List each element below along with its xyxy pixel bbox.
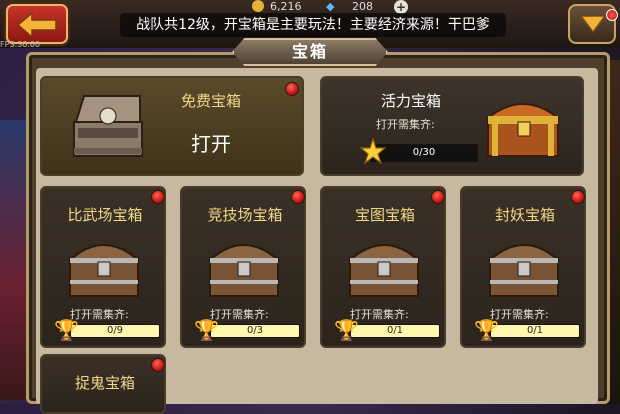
treasure-map-chest-card[interactable]: 宝图宝箱 打开需集齐: 0/1 🏆 xyxy=(320,186,446,348)
left-arrow-icon xyxy=(18,13,57,37)
back-button[interactable] xyxy=(6,4,68,44)
demon-seal-chest-notification-dot xyxy=(571,190,585,204)
open-skull-chest-icon xyxy=(73,95,143,157)
arena-duel-chest-notification-dot xyxy=(151,190,165,204)
competitive-arena-chest-title: 竞技场宝箱 xyxy=(207,206,283,224)
ghost-catch-chest-notification-dot xyxy=(151,358,165,372)
arena-duel-chest-card[interactable]: 比武场宝箱 打开需集齐: 0/9 🏆 xyxy=(40,186,166,348)
wooden-chest-icon xyxy=(487,244,561,297)
free-chest-card[interactable]: 免费宝箱 打开 xyxy=(40,76,304,176)
demon-seal-chest-title: 封妖宝箱 xyxy=(494,206,555,224)
diamond-value: 208 xyxy=(352,0,373,13)
arena-duel-chest-progress-text: 0/9 xyxy=(106,325,124,336)
down-triangle-icon xyxy=(581,16,605,34)
energy-chest-title: 活力宝箱 xyxy=(380,92,441,110)
demon-seal-chest-progress-text: 0/1 xyxy=(526,325,544,336)
demon-seal-chest-card[interactable]: 封妖宝箱 打开需集齐: 0/1 🏆 xyxy=(460,186,586,348)
ghost-catch-chest-card[interactable]: 捉鬼宝箱 xyxy=(40,354,166,414)
add-diamond-icon[interactable]: + xyxy=(394,0,408,14)
panel-title: 宝箱 xyxy=(291,42,328,61)
wooden-chest-icon xyxy=(347,244,421,297)
fps-counter: FPS:30.00 xyxy=(0,40,41,49)
free-chest-notification-dot xyxy=(285,82,299,96)
gold-coin-icon xyxy=(252,0,264,12)
ghost-catch-chest-title: 捉鬼宝箱 xyxy=(74,374,135,392)
free-chest-open-action[interactable]: 打开 xyxy=(178,128,244,157)
competitive-arena-chest-notification-dot xyxy=(291,190,305,204)
competitive-arena-chest-progress-text: 0/3 xyxy=(246,325,264,336)
trophy-icon: 🏆 xyxy=(194,318,219,342)
treasure-map-chest-progress-text: 0/1 xyxy=(386,325,404,336)
trophy-icon: 🏆 xyxy=(334,318,359,342)
golden-chest-icon xyxy=(485,103,561,157)
gold-value: 6,216 xyxy=(270,0,302,13)
broadcast-message: 战队共12级，开宝箱是主要玩法！主要经济来源！干巴爹 xyxy=(120,13,506,37)
energy-chest-requirement: 打开需集齐: xyxy=(376,118,435,131)
treasure-map-chest-title: 宝图宝箱 xyxy=(354,206,415,224)
free-chest-title: 免费宝箱 xyxy=(180,92,241,110)
energy-chest-progress-text: 0/30 xyxy=(412,147,436,158)
star-icon xyxy=(360,138,386,164)
treasure-map-chest-notification-dot xyxy=(431,190,445,204)
trophy-icon: 🏆 xyxy=(474,318,499,342)
arena-duel-chest-title: 比武场宝箱 xyxy=(67,206,143,224)
trophy-icon: 🏆 xyxy=(54,318,79,342)
diamond-icon: ◆ xyxy=(326,0,335,13)
competitive-arena-chest-card[interactable]: 竞技场宝箱 打开需集齐: 0/3 🏆 xyxy=(180,186,306,348)
wooden-chest-icon xyxy=(207,244,281,297)
menu-notification-dot xyxy=(606,9,618,21)
wooden-chest-icon xyxy=(67,244,141,297)
energy-chest-card[interactable]: 活力宝箱 打开需集齐: 0/30 xyxy=(320,76,584,176)
